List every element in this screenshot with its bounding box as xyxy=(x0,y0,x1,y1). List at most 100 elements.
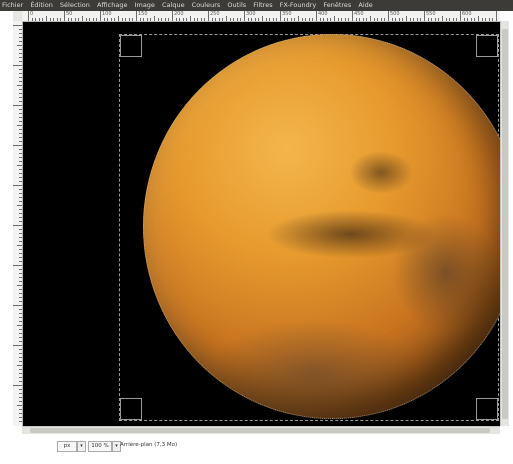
ruler-tick xyxy=(366,18,368,21)
ruler-tick xyxy=(168,18,170,21)
ruler-tick xyxy=(19,133,22,134)
vertical-scrollbar[interactable] xyxy=(500,21,509,426)
ruler-tick xyxy=(19,269,22,270)
ruler-tick xyxy=(175,18,177,21)
ruler-tick xyxy=(150,18,152,21)
image-canvas[interactable] xyxy=(23,22,500,426)
ruler-tick xyxy=(182,18,184,21)
ruler-tick xyxy=(236,18,238,21)
ruler-tick xyxy=(492,18,494,21)
menu-affichage[interactable]: Affichage xyxy=(95,1,131,9)
ruler-corner[interactable] xyxy=(13,11,22,21)
ruler-tick xyxy=(276,18,278,21)
menu-aide[interactable]: Aide xyxy=(356,1,375,9)
ruler-tick xyxy=(118,16,119,21)
ruler-tick xyxy=(19,137,22,138)
ruler-tick xyxy=(413,18,415,21)
ruler-tick xyxy=(229,18,231,21)
ruler-tick xyxy=(420,18,422,21)
selection-handle-bottom-left[interactable] xyxy=(120,398,142,420)
ruler-tick xyxy=(13,345,22,346)
ruler-tick xyxy=(19,53,22,54)
menu-fenetres[interactable]: Fenêtres xyxy=(321,1,354,9)
ruler-tick xyxy=(19,217,22,218)
ruler-tick xyxy=(485,18,487,21)
ruler-tick xyxy=(19,289,22,290)
ruler-tick xyxy=(19,313,22,314)
ruler-tick xyxy=(427,18,429,21)
ruler-tick xyxy=(19,153,22,154)
ruler-tick xyxy=(19,353,22,354)
ruler-tick xyxy=(319,18,321,21)
ruler-tick xyxy=(348,18,350,21)
ruler-tick xyxy=(164,18,166,21)
unit-dropdown-arrow-icon[interactable]: ▾ xyxy=(77,441,86,452)
ruler-tick xyxy=(290,18,292,21)
ruler-tick xyxy=(19,229,22,230)
ruler-tick xyxy=(85,18,87,21)
ruler-tick xyxy=(254,18,256,21)
horizontal-ruler[interactable]: 0 50 100 150 200 250 300 350 400 450 500 550 600 xyxy=(22,11,500,22)
ruler-tick xyxy=(398,18,400,21)
ruler-tick xyxy=(19,413,22,414)
ruler-tick xyxy=(17,85,22,86)
menu-image[interactable]: Image xyxy=(133,1,158,9)
ruler-tick xyxy=(179,18,181,21)
ruler-tick xyxy=(272,18,274,21)
ruler-tick xyxy=(226,16,227,21)
menu-couleurs[interactable]: Couleurs xyxy=(190,1,224,9)
ruler-tick xyxy=(100,11,101,21)
menu-outils[interactable]: Outils xyxy=(225,1,249,9)
ruler-tick xyxy=(19,377,22,378)
ruler-tick xyxy=(17,325,22,326)
ruler-tick xyxy=(19,297,22,298)
ruler-tick xyxy=(211,18,213,21)
ruler-tick xyxy=(352,11,353,21)
ruler-tick xyxy=(326,18,328,21)
ruler-tick xyxy=(92,18,94,21)
selection-handle-top-left[interactable] xyxy=(120,35,142,57)
menu-fx-foundry[interactable]: FX-Foundry xyxy=(278,1,320,9)
ruler-tick xyxy=(107,18,109,21)
ruler-tick xyxy=(19,417,22,418)
ruler-tick xyxy=(287,18,289,21)
menu-fichier[interactable]: Fichier xyxy=(0,1,26,9)
menu-edition[interactable]: Édition xyxy=(28,1,56,9)
ruler-label: 150 xyxy=(138,11,148,17)
ruler-label: 50 xyxy=(66,11,73,17)
ruler-tick xyxy=(391,18,393,21)
ruler-tick xyxy=(269,18,271,21)
ruler-tick xyxy=(19,357,22,358)
selection-handle-top-right[interactable] xyxy=(476,35,498,57)
ruler-tick xyxy=(416,18,418,21)
ruler-tick xyxy=(19,29,22,30)
zoom-select[interactable]: 100 % xyxy=(88,441,112,452)
ruler-tick xyxy=(380,18,382,21)
ruler-tick xyxy=(19,121,22,122)
ruler-tick xyxy=(19,321,22,322)
selection-handle-bottom-right[interactable] xyxy=(476,398,498,420)
ruler-tick xyxy=(17,285,22,286)
vertical-ruler[interactable] xyxy=(13,21,23,426)
horizontal-scroll-thumb[interactable] xyxy=(30,428,490,433)
ruler-label: 450 xyxy=(354,11,364,17)
ruler-tick xyxy=(71,18,73,21)
menu-filtres[interactable]: Filtres xyxy=(251,1,275,9)
ruler-tick xyxy=(19,261,22,262)
ruler-tick xyxy=(19,117,22,118)
ruler-tick xyxy=(233,18,235,21)
ruler-tick xyxy=(19,397,22,398)
ruler-tick xyxy=(19,129,22,130)
vertical-scroll-thumb[interactable] xyxy=(502,29,508,419)
menu-selection[interactable]: Sélection xyxy=(58,1,93,9)
ruler-tick xyxy=(193,18,195,21)
ruler-tick xyxy=(19,93,22,94)
ruler-tick xyxy=(19,109,22,110)
ruler-tick xyxy=(442,16,443,21)
menu-calque[interactable]: Calque xyxy=(160,1,188,9)
ruler-tick xyxy=(474,18,476,21)
ruler-tick xyxy=(19,341,22,342)
unit-select[interactable]: px xyxy=(57,441,77,452)
ruler-tick xyxy=(136,11,137,21)
ruler-tick xyxy=(19,369,22,370)
